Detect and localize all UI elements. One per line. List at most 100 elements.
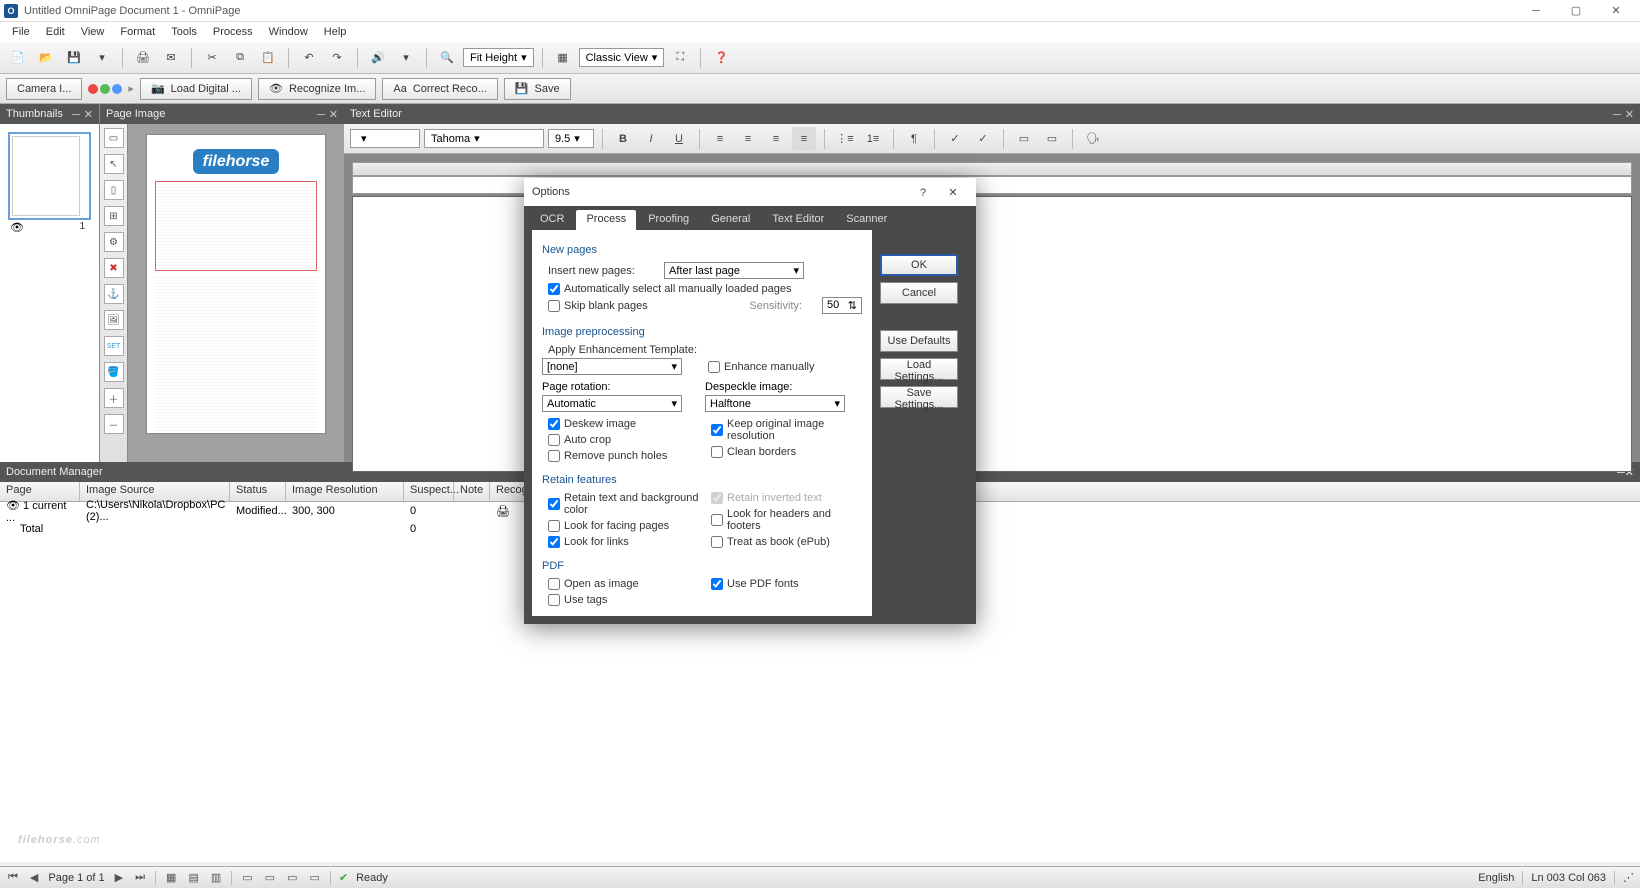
tab-ocr[interactable]: OCR [530,210,574,230]
set-tool-icon[interactable]: SET [104,336,124,356]
load-digital-button[interactable]: 📷 Load Digital ... [140,78,252,100]
defaults-button[interactable]: Use Defaults [880,330,958,352]
keep-res-checkbox[interactable] [711,424,723,436]
font-combo[interactable]: Tahoma▾ [424,129,544,148]
open-image-checkbox[interactable] [548,578,560,590]
thumbnail-page-1[interactable]: 1 👁 [8,132,91,220]
speech-icon[interactable]: 🗣 [1081,127,1105,151]
col-note[interactable]: Note [454,482,490,501]
paragraph-icon[interactable]: ¶ [902,127,926,151]
tab-process[interactable]: Process [576,210,636,230]
paste-icon[interactable]: 📋 [256,46,280,70]
verify-icon[interactable]: ✓ [943,127,967,151]
tab-scanner[interactable]: Scanner [836,210,897,230]
menu-format[interactable]: Format [112,24,163,40]
use-pdf-fonts-checkbox[interactable] [711,578,723,590]
resize-grip-icon[interactable]: ⋰ [1623,871,1634,884]
page-tool-icon[interactable]: ▭ [104,128,124,148]
fontsize-combo[interactable]: 9.5▾ [548,129,594,148]
nav-prev-icon[interactable]: ◀ [28,871,40,884]
nav-next-icon[interactable]: ▶ [113,871,125,884]
menu-view[interactable]: View [73,24,113,40]
view5-icon[interactable]: ▭ [263,871,277,884]
mark2-icon[interactable]: ▭ [1040,127,1064,151]
headers-checkbox[interactable] [711,514,723,526]
align-right-icon[interactable]: ≡ [764,127,788,151]
open-icon[interactable]: 📂 [34,46,58,70]
numbering-icon[interactable]: 1≡ [861,127,885,151]
image-tool-icon[interactable]: 🖼 [104,310,124,330]
correct-button[interactable]: Aa Correct Reco... [382,78,497,100]
fit-combo[interactable]: Fit Height▾ [463,48,534,67]
clean-borders-checkbox[interactable] [711,446,723,458]
close-button[interactable]: ✕ [1596,0,1636,22]
rect-tool-icon[interactable]: ▯ [104,180,124,200]
help-icon[interactable]: ❓ [709,46,733,70]
autocrop-checkbox[interactable] [548,434,560,446]
enhance-manually-checkbox[interactable] [708,361,720,373]
align-justify-icon[interactable]: ≡ [792,127,816,151]
nav-last-icon[interactable]: ⏭ [133,871,147,884]
col-suspect[interactable]: Suspect... [404,482,454,501]
panel-min-icon[interactable]: ─ [1613,109,1621,121]
texttospeech-icon[interactable]: 🔊 [366,46,390,70]
layout-icon[interactable]: ▦ [551,46,575,70]
col-status[interactable]: Status [230,482,286,501]
verify2-icon[interactable]: ✓ [971,127,995,151]
email-icon[interactable]: ✉ [159,46,183,70]
col-resolution[interactable]: Image Resolution [286,482,404,501]
tab-general[interactable]: General [701,210,760,230]
skip-blank-checkbox[interactable] [548,300,560,312]
menu-tools[interactable]: Tools [163,24,205,40]
use-tags-checkbox[interactable] [548,594,560,606]
view3-icon[interactable]: ▥ [209,871,223,884]
sensitivity-spinner[interactable]: 50⇅ [822,297,862,314]
save-icon[interactable]: 💾 [62,46,86,70]
panel-close-icon[interactable]: ✕ [329,109,338,121]
despeckle-combo[interactable]: Halftone▾ [705,395,845,412]
italic-icon[interactable]: I [639,127,663,151]
minimize-button[interactable]: ─ [1516,0,1556,22]
align-center-icon[interactable]: ≡ [736,127,760,151]
texttospeech-dropdown-icon[interactable]: ▾ [394,46,418,70]
view7-icon[interactable]: ▭ [307,871,321,884]
retain-text-checkbox[interactable] [548,498,560,510]
save-settings-button[interactable]: Save Settings... [880,386,958,408]
dialog-help-button[interactable]: ? [908,187,938,199]
workflow-save-button[interactable]: 💾 Save [504,78,571,100]
menu-help[interactable]: Help [316,24,355,40]
undo-icon[interactable]: ↶ [297,46,321,70]
zoomin-tool-icon[interactable]: ＋ [104,388,124,408]
style-combo[interactable]: ▾ [350,129,420,148]
fill-tool-icon[interactable]: 🪣 [104,362,124,382]
rotation-combo[interactable]: Automatic▾ [542,395,682,412]
panel-min-icon[interactable]: ─ [72,109,80,121]
copy-icon[interactable]: ⧉ [228,46,252,70]
insert-pages-combo[interactable]: After last page▾ [664,262,804,279]
recognize-button[interactable]: 👁 Recognize Im... [258,78,376,100]
zoom-icon[interactable]: 🔍 [435,46,459,70]
view-combo[interactable]: Classic View▾ [579,48,665,67]
menu-window[interactable]: Window [261,24,316,40]
settings-tool-icon[interactable]: ⚙ [104,232,124,252]
print-icon[interactable]: 🖨 [131,46,155,70]
view6-icon[interactable]: ▭ [285,871,299,884]
table-tool-icon[interactable]: ⊞ [104,206,124,226]
maximize-button[interactable]: ▢ [1556,0,1596,22]
fullscreen-icon[interactable]: ⛶ [668,46,692,70]
menu-process[interactable]: Process [205,24,261,40]
camera-button[interactable]: Camera I... [6,78,82,100]
nav-first-icon[interactable]: ⏮ [6,871,20,884]
mark-icon[interactable]: ▭ [1012,127,1036,151]
cut-icon[interactable]: ✂ [200,46,224,70]
align-left-icon[interactable]: ≡ [708,127,732,151]
tab-proofing[interactable]: Proofing [638,210,699,230]
panel-close-icon[interactable]: ✕ [1625,109,1634,121]
zoomout-tool-icon[interactable]: － [104,414,124,434]
menu-file[interactable]: File [4,24,38,40]
cancel-button[interactable]: Cancel [880,282,958,304]
underline-icon[interactable]: U [667,127,691,151]
menu-edit[interactable]: Edit [38,24,73,40]
redo-icon[interactable]: ↷ [325,46,349,70]
enhancement-combo[interactable]: [none]▾ [542,358,682,375]
